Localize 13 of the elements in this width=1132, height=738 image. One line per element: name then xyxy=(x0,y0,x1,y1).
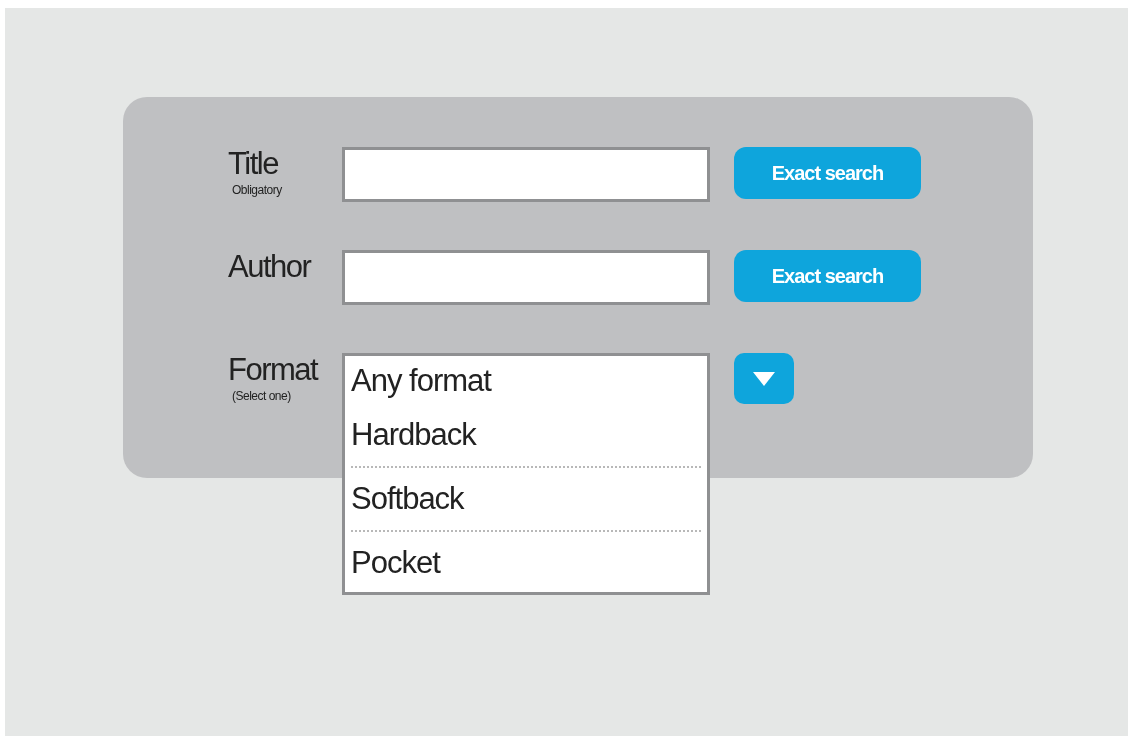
dropdown-option[interactable]: Softback xyxy=(351,468,701,532)
caret-icon xyxy=(752,369,776,388)
dropdown-option[interactable]: Hardback xyxy=(351,404,701,468)
select-field[interactable]: Any format xyxy=(342,353,710,407)
field-label: Author xyxy=(228,250,311,284)
field-note: (Select one) xyxy=(232,388,291,405)
dropdown-button[interactable] xyxy=(734,353,794,404)
input-field[interactable] xyxy=(342,147,710,202)
field-label: Format xyxy=(228,353,318,387)
dropdown-option[interactable]: Pocket xyxy=(351,532,701,592)
field-note: Obligatory xyxy=(232,182,282,199)
input-field[interactable] xyxy=(342,250,710,305)
field-label: Title xyxy=(228,147,278,181)
